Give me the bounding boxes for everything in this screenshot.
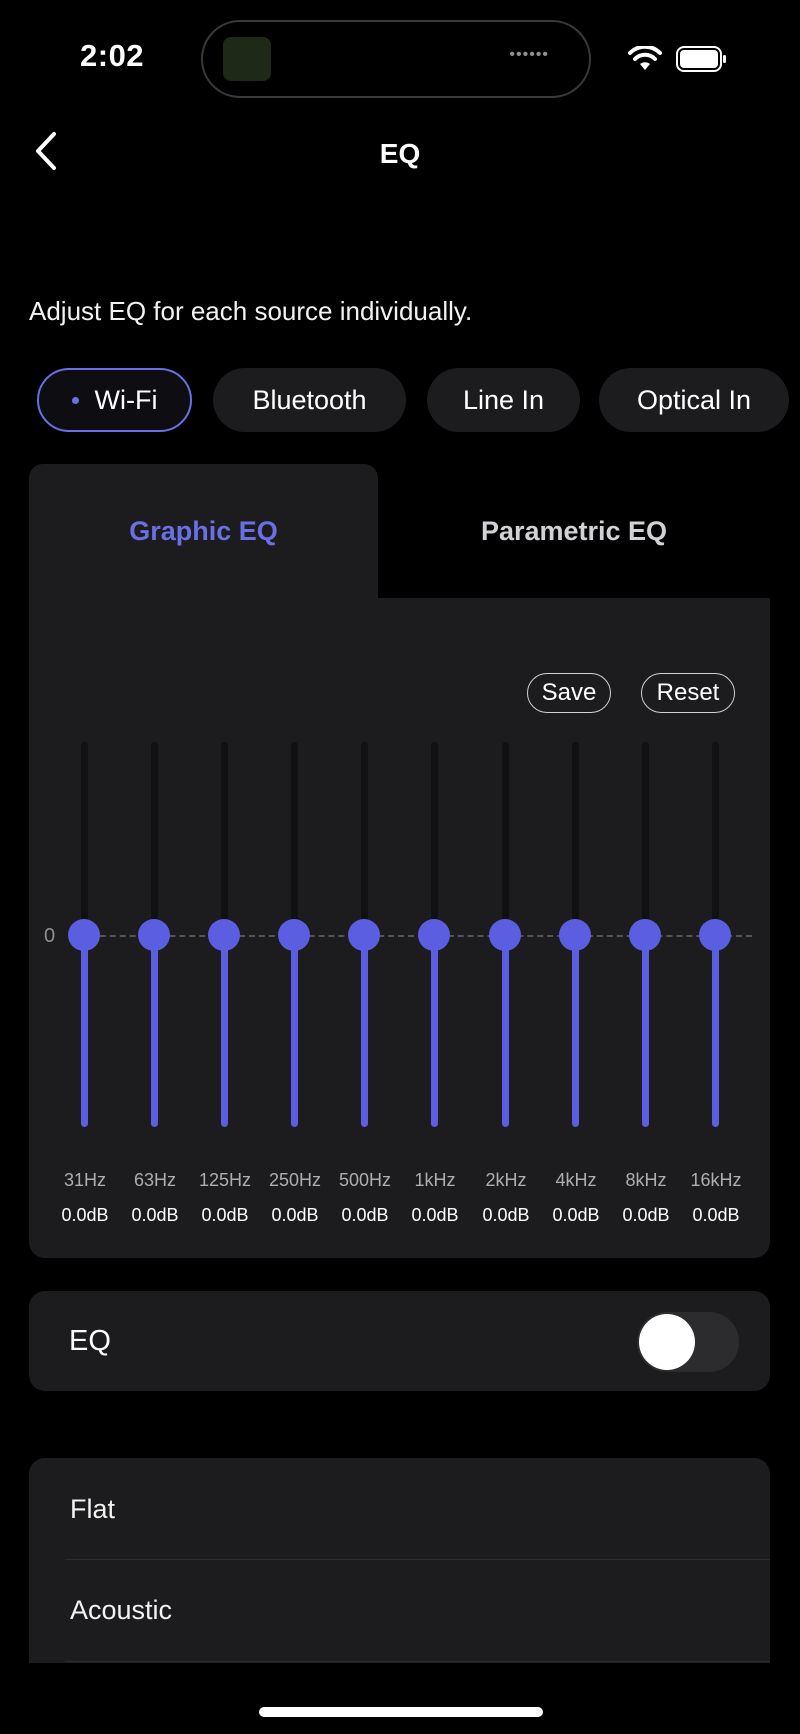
source-chip-optical-in[interactable]: Optical In — [599, 368, 789, 432]
slider-fill — [712, 935, 719, 1127]
source-chip-bluetooth[interactable]: Bluetooth — [213, 368, 406, 432]
source-chip-label: Bluetooth — [252, 384, 367, 415]
slider-handle[interactable] — [629, 919, 661, 951]
source-chip-label: Wi-Fi — [94, 384, 158, 415]
slider-fill — [642, 935, 649, 1127]
slider-handle[interactable] — [559, 919, 591, 951]
band-gain: 0.0dB — [692, 1205, 740, 1225]
list-divider — [65, 1559, 770, 1560]
page-title: EQ — [379, 138, 421, 169]
band-gain: 0.0dB — [61, 1205, 109, 1225]
slider-handle[interactable] — [418, 919, 450, 951]
status-time: 2:02 — [80, 38, 145, 73]
save-button[interactable]: Save — [527, 673, 611, 713]
band-gain: 0.0dB — [552, 1205, 600, 1225]
band-gain: 0.0dB — [131, 1205, 179, 1225]
slider-fill — [151, 935, 158, 1127]
slider-fill — [572, 935, 579, 1127]
eq-toggle-switch[interactable] — [637, 1312, 739, 1372]
now-playing-artwork — [223, 37, 271, 81]
source-chip-wifi[interactable]: Wi-Fi — [37, 368, 192, 432]
band-gain: 0.0dB — [411, 1205, 459, 1225]
band-frequency: 2kHz — [485, 1170, 527, 1190]
slider-handle[interactable] — [699, 919, 731, 951]
dynamic-island: •••••• — [201, 20, 591, 98]
band-frequency: 8kHz — [625, 1170, 667, 1190]
toggle-knob — [639, 1314, 695, 1370]
slider-fill — [431, 935, 438, 1127]
band-frequency: 31Hz — [63, 1170, 107, 1190]
slider-fill — [221, 935, 228, 1127]
slider-fill — [291, 935, 298, 1127]
preset-item-flat[interactable]: Flat — [70, 1494, 115, 1525]
source-chip-label: Optical In — [636, 384, 752, 415]
band-frequency: 125Hz — [198, 1170, 252, 1190]
tab-parametric-eq[interactable]: Parametric EQ — [378, 516, 770, 547]
eq-toggle-label: EQ — [69, 1325, 111, 1357]
slider-handle[interactable] — [138, 919, 170, 951]
band-gain: 0.0dB — [622, 1205, 670, 1225]
wifi-icon — [628, 46, 662, 70]
tab-graphic-eq[interactable]: Graphic EQ — [29, 516, 378, 547]
waveform-icon: •••••• — [509, 46, 549, 63]
home-indicator[interactable] — [259, 1707, 543, 1717]
slider-fill — [81, 935, 88, 1127]
slider-handle[interactable] — [348, 919, 380, 951]
zero-db-label: 0 — [44, 925, 56, 947]
band-gain: 0.0dB — [201, 1205, 249, 1225]
band-frequency: 63Hz — [133, 1170, 177, 1190]
eq-description: Adjust EQ for each source individually. — [29, 296, 473, 326]
preset-list — [29, 1458, 770, 1663]
band-frequency: 250Hz — [268, 1170, 322, 1190]
slider-fill — [361, 935, 368, 1127]
band-frequency: 4kHz — [555, 1170, 597, 1190]
selected-dot-icon — [71, 396, 79, 404]
slider-fill — [502, 935, 509, 1127]
band-gain: 0.0dB — [271, 1205, 319, 1225]
source-chip-label: Line In — [462, 384, 545, 415]
reset-button[interactable]: Reset — [641, 673, 735, 713]
band-frequency: 500Hz — [338, 1170, 392, 1190]
battery-icon — [676, 46, 726, 72]
band-frequency: 1kHz — [414, 1170, 456, 1190]
slider-handle[interactable] — [278, 919, 310, 951]
band-frequency: 16kHz — [690, 1170, 742, 1190]
slider-handle[interactable] — [208, 919, 240, 951]
list-divider — [65, 1661, 770, 1662]
band-gain: 0.0dB — [341, 1205, 389, 1225]
band-gain: 0.0dB — [482, 1205, 530, 1225]
preset-item-acoustic[interactable]: Acoustic — [70, 1595, 172, 1626]
source-chip-line-in[interactable]: Line In — [427, 368, 580, 432]
slider-handle[interactable] — [489, 919, 521, 951]
slider-handle[interactable] — [68, 919, 100, 951]
